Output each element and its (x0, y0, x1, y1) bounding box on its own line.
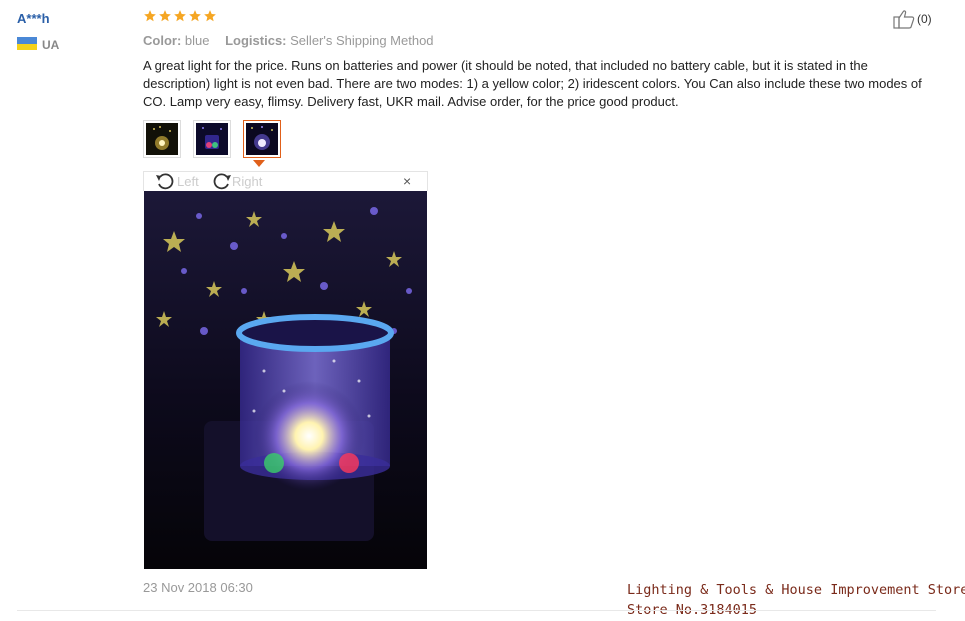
color-value: blue (184, 33, 210, 48)
rotate-left-button[interactable]: Left (155, 172, 199, 190)
lamp-color-thumbnail (196, 123, 228, 155)
helpful-button[interactable]: (0) (893, 9, 932, 29)
ukraine-flag-icon (17, 37, 37, 50)
rotate-right-button[interactable]: Right (210, 172, 262, 190)
photo-thumbnail[interactable] (193, 120, 231, 158)
rotate-left-icon (156, 173, 174, 190)
reviewer-country: UA (42, 38, 60, 52)
photo-thumbnails (143, 120, 281, 158)
rotate-right-label: Right (232, 173, 263, 189)
star-rating (143, 9, 217, 27)
thumbs-up-icon (893, 10, 915, 29)
helpful-count: (0) (917, 12, 932, 26)
store-name: Lighting & Tools & House Improvement Sto… (627, 582, 965, 598)
review-date: 23 Nov 2018 06:30 (143, 580, 253, 595)
review-photo (144, 191, 427, 569)
reviewer-name: A***h (17, 11, 50, 26)
review-divider (17, 610, 936, 611)
logistics-label: Logistics: (225, 33, 287, 48)
close-viewer-button[interactable]: × (403, 174, 411, 188)
review-meta: Color: blue Logistics: Seller's Shipping… (143, 33, 434, 48)
review-text: A great light for the price. Runs on bat… (143, 58, 922, 109)
photo-thumbnail[interactable] (143, 120, 181, 158)
star-icon (189, 10, 201, 22)
rotate-right-icon (213, 173, 231, 190)
lamp-starlight-thumbnail (246, 123, 278, 155)
starry-lamp-photo (144, 191, 427, 569)
logistics-value: Seller's Shipping Method (290, 33, 434, 48)
star-icon (174, 10, 186, 22)
star-icon (159, 10, 171, 22)
photo-thumbnail-active[interactable] (243, 120, 281, 158)
star-icon (144, 10, 156, 22)
rotate-left-label: Left (177, 173, 199, 189)
color-label: Color: (143, 33, 182, 48)
active-thumbnail-pointer (253, 160, 265, 167)
star-icon (204, 10, 216, 22)
store-watermark: Lighting & Tools & House Improvement Sto… (627, 580, 965, 620)
lamp-yellow-thumbnail (146, 123, 178, 155)
